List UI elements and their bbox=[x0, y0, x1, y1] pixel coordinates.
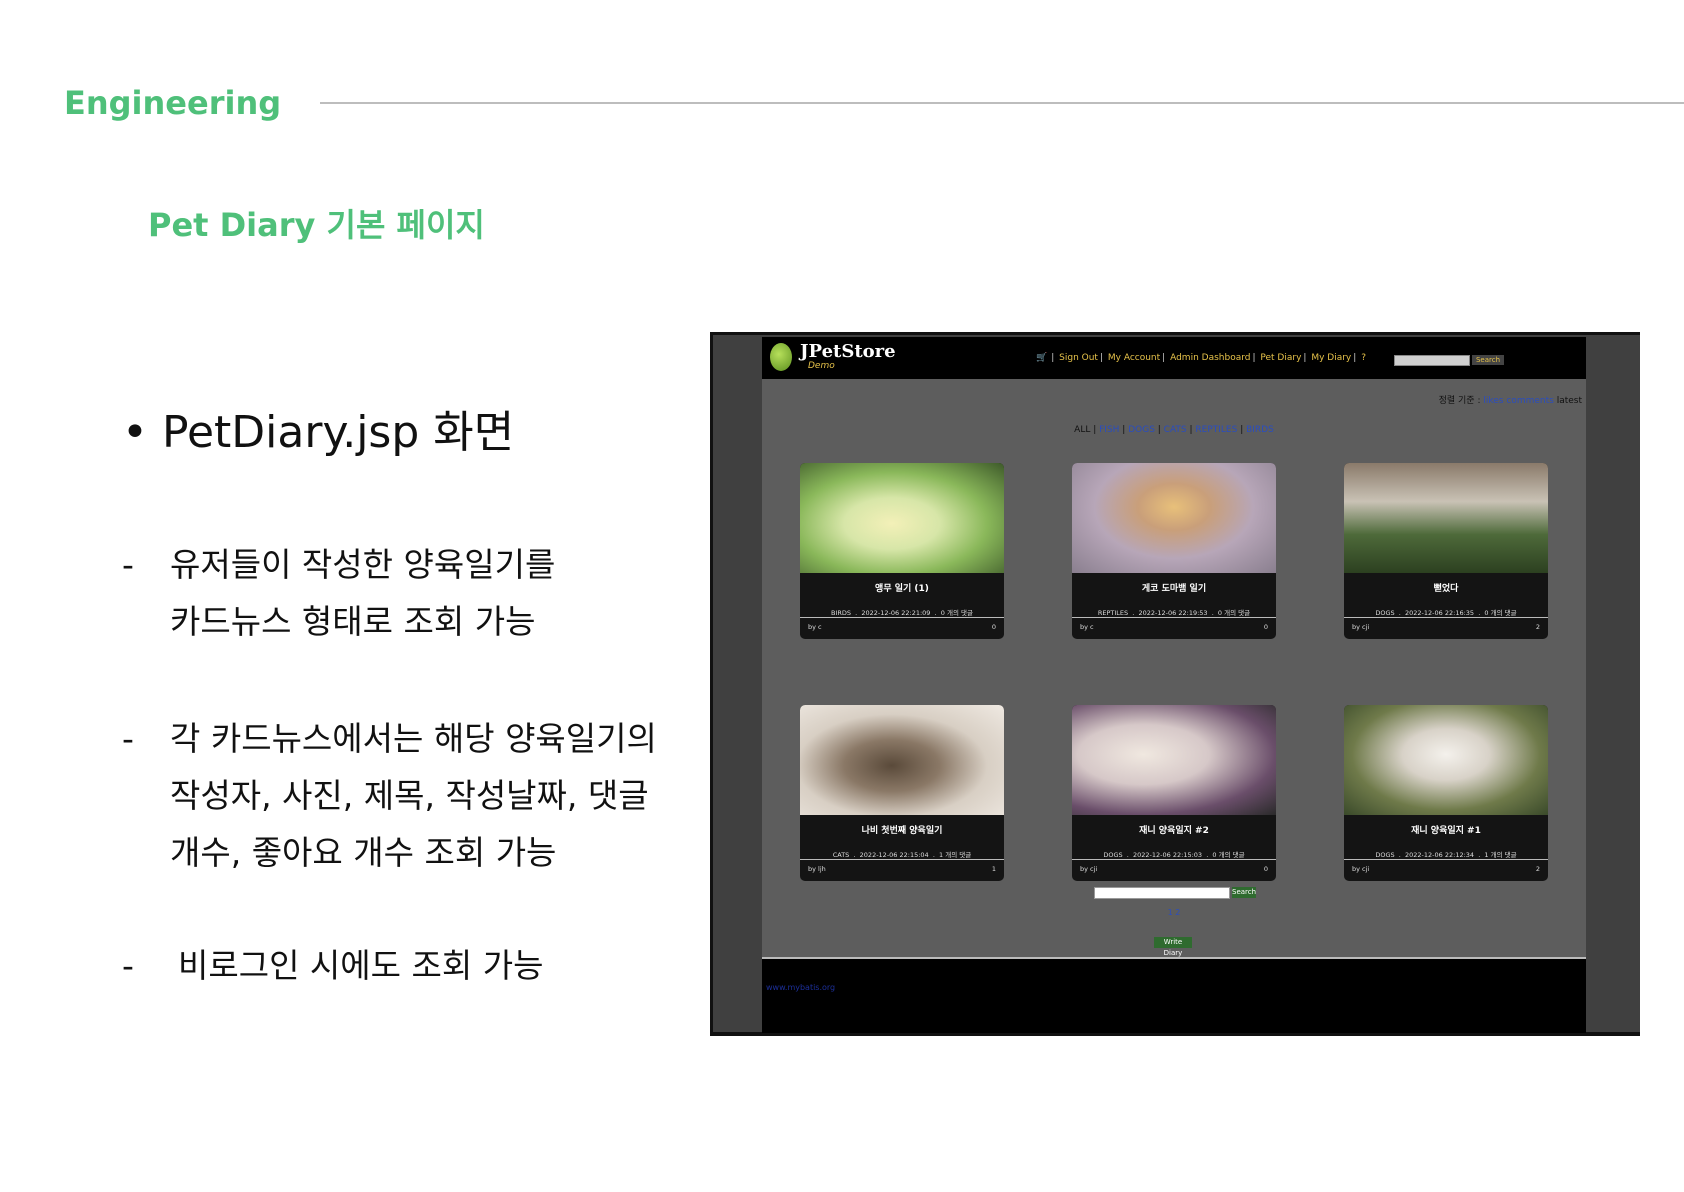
card-meta: DOGS . 2022-12-06 22:15:03 . 0 개의 댓글 bbox=[1103, 851, 1245, 859]
card-likes: 2 bbox=[1535, 623, 1540, 631]
card-author: by cji bbox=[1352, 623, 1370, 631]
sort-comments[interactable]: comments bbox=[1506, 396, 1553, 406]
page-title: Pet Diary 기본 페이지 bbox=[148, 206, 485, 244]
bullet-dot: • bbox=[122, 407, 148, 458]
dash: - bbox=[122, 719, 134, 758]
card-meta: REPTILES . 2022-12-06 22:19:53 . 0 개의 댓글 bbox=[1097, 609, 1251, 617]
nav-sign-out[interactable]: Sign Out bbox=[1059, 353, 1098, 363]
diary-card[interactable]: 재니 양육일지 #2 DOGS . 2022-12-06 22:15:03 . … bbox=[1072, 705, 1276, 881]
card-author: by ljh bbox=[808, 865, 826, 873]
cart-icon[interactable]: 🛒 bbox=[1036, 353, 1047, 363]
category-cats[interactable]: CATS bbox=[1164, 425, 1187, 435]
card-meta: CATS . 2022-12-06 22:15:04 . 1 개의 댓글 bbox=[832, 851, 972, 859]
footer: www.mybatis.org bbox=[762, 959, 1586, 1033]
app-screenshot: JPetStore Demo 🛒 | Sign Out | My Account | … bbox=[710, 332, 1640, 1036]
dash: - bbox=[122, 946, 134, 985]
nav-admin-dashboard[interactable]: Admin Dashboard bbox=[1170, 353, 1250, 363]
category-all[interactable]: ALL bbox=[1074, 425, 1090, 435]
dog-photo[interactable] bbox=[1344, 463, 1548, 573]
top-search-input[interactable] bbox=[1394, 355, 1470, 366]
dash: - bbox=[122, 545, 134, 584]
cat-photo[interactable] bbox=[800, 705, 1004, 815]
card-meta: DOGS . 2022-12-06 22:12:34 . 1 개의 댓글 bbox=[1375, 851, 1517, 859]
description-line: 각 카드뉴스에서는 해당 양육일기의 bbox=[170, 719, 657, 758]
category-fish[interactable]: FISH bbox=[1099, 425, 1119, 435]
main-bullet: • PetDiary.jsp 화면 bbox=[122, 396, 514, 460]
diary-card[interactable]: 나비 첫번째 양육일기 CATS . 2022-12-06 22:15:04 .… bbox=[800, 705, 1004, 881]
card-meta: BIRDS . 2022-12-06 22:21:09 . 0 개의 댓글 bbox=[831, 609, 973, 617]
app-page: JPetStore Demo 🛒 | Sign Out | My Account | … bbox=[762, 337, 1586, 1033]
description-line: 작성자, 사진, 제목, 작성날짜, 댓글 bbox=[170, 776, 649, 815]
section-label: Engineering bbox=[64, 84, 282, 122]
diary-card[interactable]: 게코 도마뱀 일기 REPTILES . 2022-12-06 22:19:53… bbox=[1072, 463, 1276, 639]
card-title[interactable]: 게코 도마뱀 일기 bbox=[1072, 581, 1276, 594]
description-line: 카드뉴스 형태로 조회 가능 bbox=[170, 602, 536, 641]
card-divider bbox=[1072, 859, 1276, 860]
diary-search-button[interactable]: Search bbox=[1232, 887, 1256, 898]
card-divider bbox=[800, 859, 1004, 860]
logo-name[interactable]: JPetStore bbox=[800, 341, 896, 362]
category-birds[interactable]: BIRDS bbox=[1246, 425, 1274, 435]
diary-card[interactable]: 재니 양육일지 #1 DOGS . 2022-12-06 22:12:34 . … bbox=[1344, 705, 1548, 881]
nav-my-diary[interactable]: My Diary bbox=[1311, 353, 1351, 363]
card-author: by cji bbox=[1352, 865, 1370, 873]
card-title[interactable]: 재니 양육일지 #1 bbox=[1344, 823, 1548, 836]
card-meta: DOGS . 2022-12-06 22:16:35 . 0 개의 댓글 bbox=[1375, 609, 1517, 617]
card-likes: 0 bbox=[1263, 623, 1268, 631]
diary-card[interactable]: 뻗었다 DOGS . 2022-12-06 22:16:35 . 0 개의 댓글… bbox=[1344, 463, 1548, 639]
nav-pet-diary[interactable]: Pet Diary bbox=[1260, 353, 1301, 363]
card-divider bbox=[1344, 617, 1548, 618]
description-1: - 유저들이 작성한 양육일기를 카드뉴스 형태로 조회 가능 bbox=[122, 536, 555, 650]
card-title[interactable]: 뻗었다 bbox=[1344, 581, 1548, 594]
bird-photo[interactable] bbox=[800, 463, 1004, 573]
card-title[interactable]: 재니 양육일지 #2 bbox=[1072, 823, 1276, 836]
card-author: by c bbox=[808, 623, 822, 631]
category-dogs[interactable]: DOGS bbox=[1128, 425, 1155, 435]
card-likes: 1 bbox=[991, 865, 996, 873]
gecko-photo[interactable] bbox=[1072, 463, 1276, 573]
write-diary-button[interactable]: Write Diary bbox=[1154, 937, 1192, 957]
dog-photo[interactable] bbox=[1072, 705, 1276, 815]
description-2: - 각 카드뉴스에서는 해당 양육일기의 작성자, 사진, 제목, 작성날짜, … bbox=[122, 710, 657, 881]
sort-likes[interactable]: likes bbox=[1483, 396, 1503, 406]
top-bar: JPetStore Demo 🛒 | Sign Out | My Account | … bbox=[762, 337, 1586, 379]
parrot-logo-icon[interactable] bbox=[770, 343, 792, 371]
top-search-button[interactable]: Search bbox=[1472, 355, 1504, 365]
card-title[interactable]: 나비 첫번째 양육일기 bbox=[800, 823, 1004, 836]
diary-search-input[interactable] bbox=[1094, 887, 1230, 899]
main-bullet-text: PetDiary.jsp 화면 bbox=[162, 407, 515, 458]
card-author: by c bbox=[1080, 623, 1094, 631]
nav-my-account[interactable]: My Account bbox=[1108, 353, 1160, 363]
card-divider bbox=[1072, 617, 1276, 618]
description-3: - 비로그인 시에도 조회 가능 bbox=[122, 937, 543, 994]
pagination[interactable]: 1 2 bbox=[762, 908, 1586, 917]
diary-card[interactable]: 앵무 일기 (1) BIRDS . 2022-12-06 22:21:09 . … bbox=[800, 463, 1004, 639]
card-likes: 0 bbox=[991, 623, 996, 631]
card-likes: 2 bbox=[1535, 865, 1540, 873]
card-author: by cji bbox=[1080, 865, 1098, 873]
card-divider bbox=[1344, 859, 1548, 860]
footer-link[interactable]: www.mybatis.org bbox=[766, 983, 835, 992]
card-divider bbox=[800, 617, 1004, 618]
nav-help[interactable]: ? bbox=[1361, 353, 1366, 363]
category-reptiles[interactable]: REPTILES bbox=[1195, 425, 1237, 435]
sort-label: 정렬 기준 : bbox=[1438, 396, 1481, 406]
description-line: 비로그인 시에도 조회 가능 bbox=[178, 946, 544, 985]
dog-photo[interactable] bbox=[1344, 705, 1548, 815]
category-filter: ALL | FISH | DOGS | CATS | REPTILES | BI… bbox=[1074, 425, 1274, 435]
description-line: 유저들이 작성한 양육일기를 bbox=[170, 545, 556, 584]
card-likes: 0 bbox=[1263, 865, 1268, 873]
header-divider bbox=[320, 102, 1684, 104]
logo-subtitle: Demo bbox=[808, 361, 835, 371]
description-line: 개수, 좋아요 개수 조회 가능 bbox=[170, 833, 557, 872]
card-title[interactable]: 앵무 일기 (1) bbox=[800, 581, 1004, 594]
sort-latest[interactable]: latest bbox=[1557, 396, 1582, 406]
sort-bar: 정렬 기준 : likes comments latest bbox=[1439, 393, 1582, 406]
top-nav: 🛒 | Sign Out | My Account | Admin Dashboard… bbox=[1036, 353, 1366, 363]
